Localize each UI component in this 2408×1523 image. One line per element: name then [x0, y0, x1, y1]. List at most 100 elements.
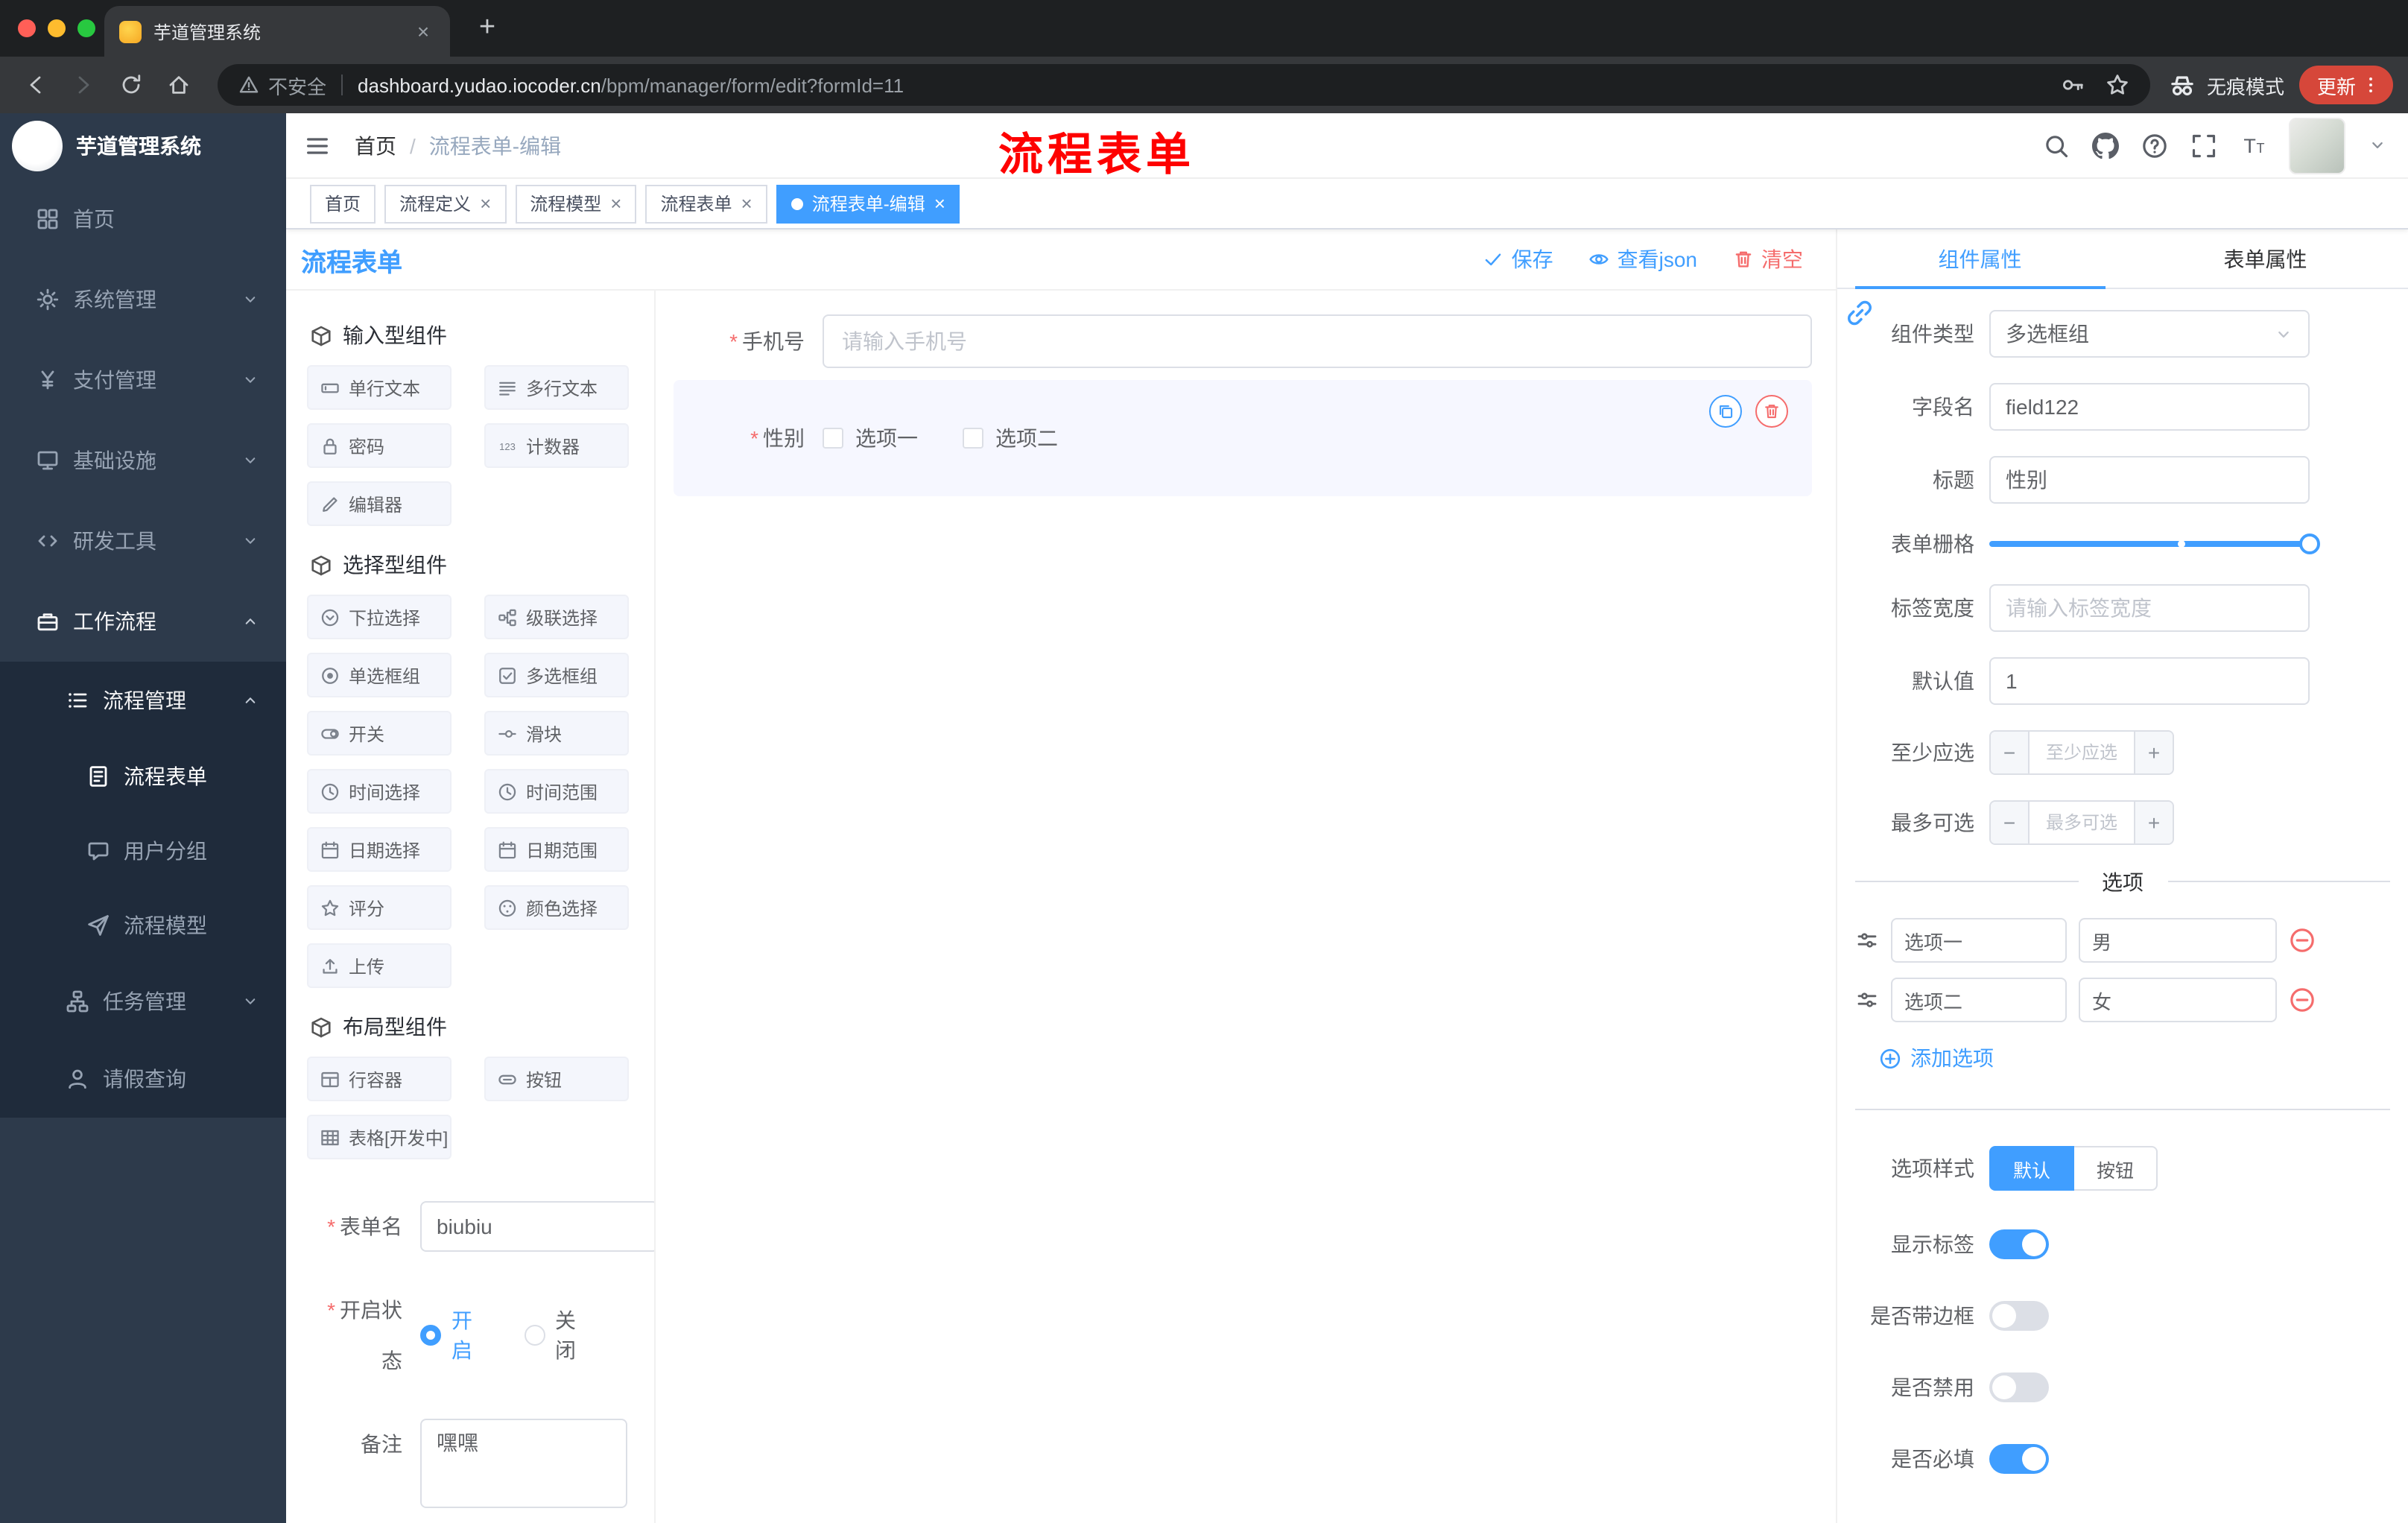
tag-close-icon[interactable]: × — [610, 194, 621, 213]
component-item-table[interactable]: 表格[开发中] — [307, 1115, 452, 1159]
reload-button[interactable] — [110, 64, 152, 106]
kebab-menu-icon[interactable] — [2360, 75, 2381, 95]
browser-tab[interactable]: 芋道管理系统 × — [104, 6, 450, 57]
remove-option-button[interactable] — [2289, 927, 2316, 954]
bookmark-star-icon[interactable] — [2106, 73, 2129, 97]
default-value-input[interactable] — [1989, 657, 2310, 705]
tag-process-form-edit[interactable]: 流程表单-编辑 × — [776, 184, 960, 223]
component-item-date-picker[interactable]: 日期选择 — [307, 827, 452, 872]
field-name-input[interactable] — [1989, 383, 2310, 431]
app-logo[interactable]: 芋道管理系统 — [0, 113, 286, 179]
sidebar-item-payment-management[interactable]: 支付管理 — [0, 340, 286, 420]
sidebar-item-home[interactable]: 首页 — [0, 179, 286, 259]
form-name-input[interactable] — [420, 1201, 654, 1252]
help-button[interactable] — [2141, 132, 2168, 159]
option-style-button-button[interactable]: 按钮 — [2074, 1146, 2158, 1191]
component-item-select[interactable]: 下拉选择 — [307, 595, 452, 639]
sidebar-item-task-management[interactable]: 任务管理 — [0, 963, 286, 1040]
copy-component-button[interactable] — [1709, 395, 1742, 428]
sidebar-item-workflow[interactable]: 工作流程 — [0, 581, 286, 662]
component-item-row-container[interactable]: 行容器 — [307, 1057, 452, 1101]
component-item-time-picker[interactable]: 时间选择 — [307, 769, 452, 814]
grid-slider[interactable] — [1989, 532, 2320, 556]
sidebar-item-infrastructure[interactable]: 基础设施 — [0, 420, 286, 501]
label-width-input[interactable] — [1989, 584, 2310, 632]
drag-handle-icon[interactable] — [1855, 988, 1879, 1012]
tab-close-icon[interactable]: × — [411, 19, 435, 43]
component-type-select[interactable]: 多选框组 — [1989, 310, 2310, 358]
tag-close-icon[interactable]: × — [741, 194, 752, 213]
tab-component-properties[interactable]: 组件属性 — [1837, 229, 2123, 289]
slider-handle[interactable] — [2299, 533, 2320, 554]
component-item-slider[interactable]: 滑块 — [484, 711, 629, 756]
link-icon[interactable] — [1845, 298, 1875, 328]
decrease-button[interactable]: − — [1991, 802, 2030, 843]
disabled-switch[interactable] — [1989, 1372, 2049, 1402]
sidebar-item-user-group[interactable]: 用户分组 — [0, 814, 286, 888]
sidebar-collapse-button[interactable] — [304, 132, 331, 159]
selected-component-gender[interactable]: * 性别 选项一 选项二 — [674, 380, 1812, 496]
user-avatar[interactable] — [2289, 117, 2345, 174]
avatar-caret-icon[interactable] — [2368, 136, 2387, 155]
breadcrumb-home[interactable]: 首页 — [355, 130, 396, 160]
view-json-button[interactable]: 查看json — [1589, 244, 1697, 274]
github-button[interactable] — [2092, 132, 2119, 159]
tag-home[interactable]: 首页 — [310, 184, 376, 223]
sidebar-item-system-management[interactable]: 系统管理 — [0, 259, 286, 340]
tag-close-icon[interactable]: × — [934, 194, 945, 213]
component-item-time-range[interactable]: 时间范围 — [484, 769, 629, 814]
max-select-input[interactable] — [2030, 802, 2134, 843]
increase-button[interactable]: + — [2134, 802, 2173, 843]
option-style-default-button[interactable]: 默认 — [1989, 1146, 2075, 1191]
tag-close-icon[interactable]: × — [480, 194, 491, 213]
tag-process-definition[interactable]: 流程定义 × — [384, 184, 507, 223]
tag-process-model[interactable]: 流程模型 × — [515, 184, 637, 223]
add-option-button[interactable]: 添加选项 — [1879, 1043, 2408, 1073]
sidebar-item-process-management[interactable]: 流程管理 — [0, 662, 286, 739]
tab-form-properties[interactable]: 表单属性 — [2123, 229, 2408, 288]
increase-button[interactable]: + — [2134, 732, 2173, 773]
gender-option-2-checkbox[interactable]: 选项二 — [963, 423, 1058, 453]
window-zoom-button[interactable] — [77, 19, 95, 37]
update-button[interactable]: 更新 — [2298, 66, 2393, 104]
component-item-multi-line-text[interactable]: 多行文本 — [484, 365, 629, 410]
password-key-icon[interactable] — [2061, 73, 2085, 97]
remark-textarea[interactable]: 嘿嘿 — [420, 1419, 627, 1508]
component-item-radio-group[interactable]: 单选框组 — [307, 653, 452, 697]
option-name-input[interactable] — [1891, 918, 2067, 963]
component-item-single-line-text[interactable]: 单行文本 — [307, 365, 452, 410]
component-item-cascader[interactable]: 级联选择 — [484, 595, 629, 639]
sidebar-item-process-model[interactable]: 流程模型 — [0, 888, 286, 963]
component-item-checkbox-group[interactable]: 多选框组 — [484, 653, 629, 697]
delete-component-button[interactable] — [1755, 395, 1788, 428]
status-on-radio[interactable]: 开启 — [420, 1305, 482, 1365]
component-item-counter[interactable]: 计数器 — [484, 423, 629, 468]
title-input[interactable] — [1989, 456, 2310, 504]
sidebar-item-leave-query[interactable]: 请假查询 — [0, 1040, 286, 1118]
component-item-upload[interactable]: 上传 — [307, 943, 452, 988]
font-size-button[interactable] — [2240, 132, 2266, 159]
option-value-input[interactable] — [2079, 918, 2277, 963]
address-bar[interactable]: 不安全 dashboard.yudao.iocoder.cn/bpm/manag… — [218, 64, 2150, 106]
border-switch[interactable] — [1989, 1301, 2049, 1331]
min-select-input[interactable] — [2030, 732, 2134, 773]
back-button[interactable] — [15, 64, 57, 106]
fullscreen-button[interactable] — [2190, 132, 2217, 159]
component-item-button[interactable]: 按钮 — [484, 1057, 629, 1101]
option-value-input[interactable] — [2079, 978, 2277, 1022]
gender-option-1-checkbox[interactable]: 选项一 — [823, 423, 918, 453]
sidebar-item-process-form[interactable]: 流程表单 — [0, 739, 286, 814]
component-item-date-range[interactable]: 日期范围 — [484, 827, 629, 872]
sidebar-item-dev-tools[interactable]: 研发工具 — [0, 501, 286, 581]
home-button[interactable] — [158, 64, 200, 106]
option-name-input[interactable] — [1891, 978, 2067, 1022]
component-item-rate[interactable]: 评分 — [307, 885, 452, 930]
security-chip[interactable]: 不安全 — [238, 71, 326, 99]
search-button[interactable] — [2043, 132, 2070, 159]
drag-handle-icon[interactable] — [1855, 928, 1879, 952]
window-minimize-button[interactable] — [48, 19, 66, 37]
window-close-button[interactable] — [18, 19, 36, 37]
phone-input[interactable] — [823, 314, 1812, 368]
show-label-switch[interactable] — [1989, 1229, 2049, 1259]
tag-process-form[interactable]: 流程表单 × — [645, 184, 767, 223]
